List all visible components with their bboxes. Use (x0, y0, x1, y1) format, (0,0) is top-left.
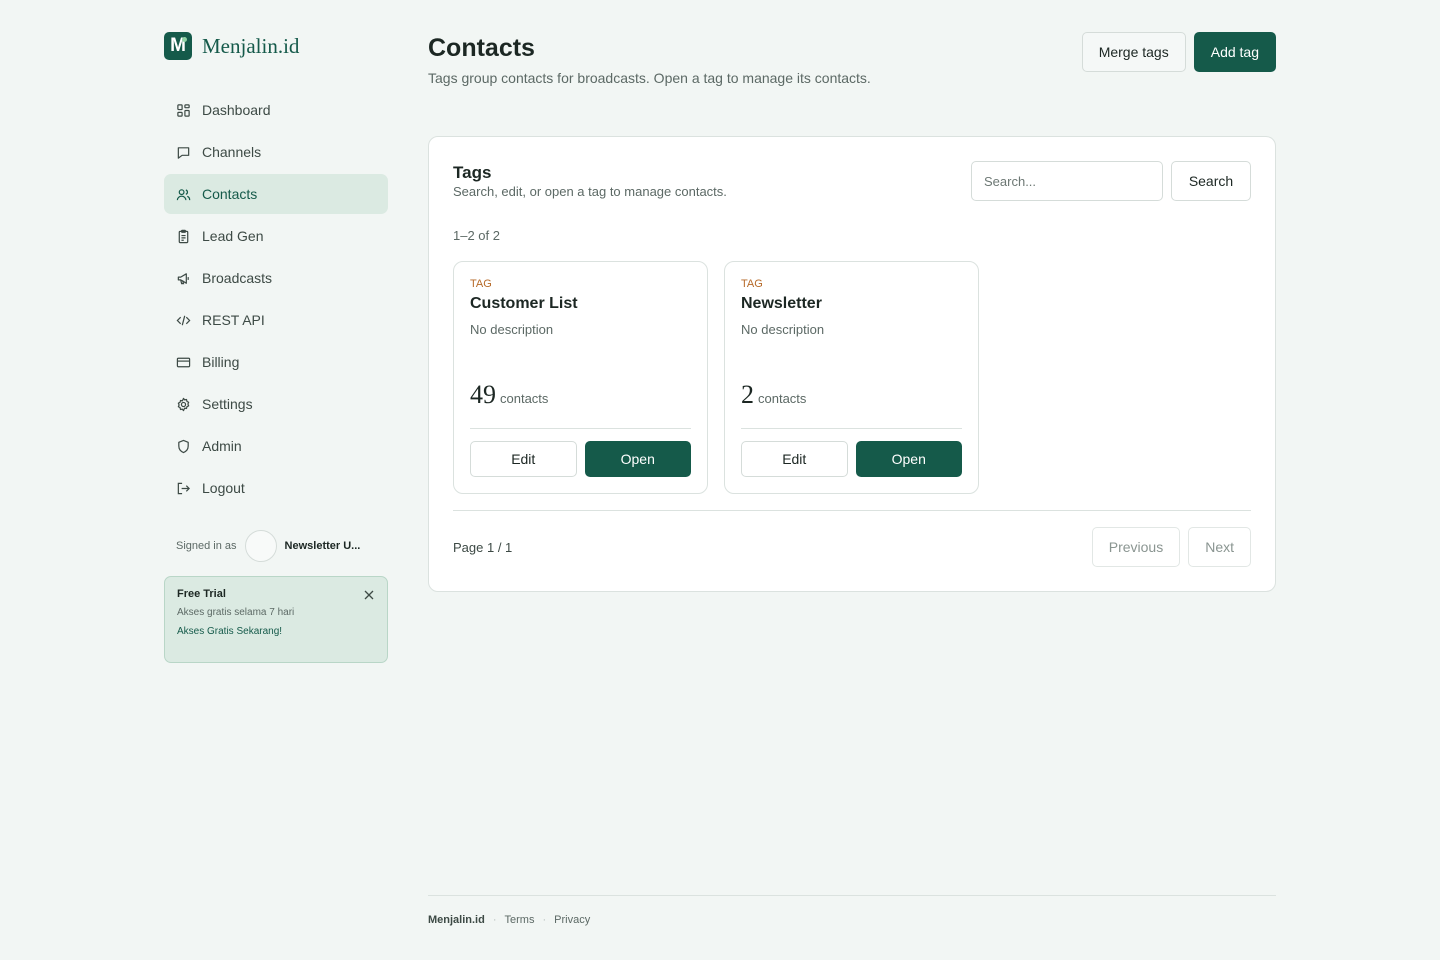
tag-card: TAG Newsletter No description 2 contacts… (724, 261, 979, 494)
footer-privacy-link[interactable]: Privacy (554, 914, 590, 926)
tag-card-actions: Edit Open (741, 441, 962, 477)
sidebar-item-admin[interactable]: Admin (164, 426, 388, 466)
sidebar-item-lead-gen[interactable]: Lead Gen (164, 216, 388, 256)
footer-separator: · (492, 914, 497, 926)
header-actions: Merge tags Add tag (1081, 32, 1276, 72)
signed-in-user-name: Newsletter U... (284, 540, 361, 552)
credit-card-icon (176, 357, 191, 367)
tag-card: TAG Customer List No description 49 cont… (453, 261, 708, 494)
tag-description: No description (470, 322, 554, 337)
card-divider (741, 428, 962, 429)
grid-icon (177, 103, 190, 117)
free-trial-text: Akses gratis selama 7 hari (177, 607, 295, 618)
tag-name: Newsletter (741, 295, 822, 312)
tag-name: Customer List (470, 295, 578, 312)
message-icon (177, 146, 190, 159)
sidebar-item-label: Channels (202, 144, 262, 160)
sidebar-item-label: Admin (202, 438, 242, 454)
signed-in-info: Signed in as Newsletter U... (164, 530, 388, 562)
sidebar-item-label: Lead Gen (202, 228, 264, 244)
sidebar-item-channels[interactable]: Channels (164, 132, 388, 172)
tag-count-label: contacts (758, 391, 807, 406)
tag-description: No description (741, 322, 825, 337)
main-content: Contacts Tags group contacts for broadca… (428, 32, 1276, 592)
footer-terms-link[interactable]: Terms (505, 914, 535, 926)
search-input[interactable] (971, 161, 1163, 201)
tag-contact-count: 49 contacts (470, 380, 548, 410)
gear-icon (177, 397, 190, 411)
sidebar-item-label: REST API (202, 312, 265, 328)
sidebar-item-rest-api[interactable]: REST API (164, 300, 388, 340)
footer: Menjalin.id · Terms · Privacy (428, 895, 1276, 926)
sidebar: M Menjalin.id Dashboard Channels Contact… (164, 32, 388, 663)
sidebar-item-logout[interactable]: Logout (164, 468, 388, 508)
free-trial-banner: Free Trial Akses gratis selama 7 hari Ak… (164, 576, 388, 663)
edit-tag-button[interactable]: Edit (470, 441, 577, 477)
free-trial-link[interactable]: Akses Gratis Sekarang! (177, 626, 282, 637)
footer-separator: · (542, 914, 547, 926)
tags-panel: Tags Search, edit, or open a tag to mana… (428, 136, 1276, 592)
tag-kicker: TAG (470, 278, 492, 290)
page-subtitle: Tags group contacts for broadcasts. Open… (428, 70, 871, 86)
tag-count-number: 2 (741, 380, 754, 409)
add-tag-button[interactable]: Add tag (1193, 32, 1276, 72)
megaphone-icon (177, 272, 189, 284)
close-icon[interactable] (363, 589, 375, 601)
previous-page-button[interactable]: Previous (1091, 527, 1181, 567)
sidebar-item-settings[interactable]: Settings (164, 384, 388, 424)
clipboard-icon (178, 229, 189, 243)
sidebar-nav: Dashboard Channels Contacts Lead Gen Bro… (164, 90, 388, 508)
open-tag-button[interactable]: Open (584, 441, 691, 477)
pagination: Previous Next (1091, 527, 1251, 567)
merge-tags-button[interactable]: Merge tags (1081, 32, 1186, 72)
panel-divider (453, 510, 1251, 511)
page-info: Page 1 / 1 (453, 540, 513, 555)
tag-card-actions: Edit Open (470, 441, 691, 477)
avatar[interactable] (244, 530, 277, 562)
brand-logo-dot (182, 37, 187, 42)
panel-title: Tags (453, 163, 492, 182)
sidebar-item-contacts[interactable]: Contacts (164, 174, 388, 214)
sidebar-item-billing[interactable]: Billing (164, 342, 388, 382)
sidebar-item-label: Broadcasts (202, 270, 273, 286)
users-icon (176, 188, 191, 200)
tag-kicker: TAG (741, 278, 763, 290)
sidebar-item-label: Billing (202, 354, 240, 370)
open-tag-button[interactable]: Open (855, 441, 962, 477)
sidebar-item-label: Dashboard (202, 102, 271, 118)
tag-count-label: contacts (500, 391, 549, 406)
free-trial-title: Free Trial (177, 588, 226, 600)
result-range: 1–2 of 2 (453, 228, 500, 243)
tag-contact-count: 2 contacts (741, 380, 806, 410)
sidebar-item-label: Contacts (202, 186, 258, 202)
next-page-button[interactable]: Next (1188, 527, 1251, 567)
panel-subtitle: Search, edit, or open a tag to manage co… (453, 184, 727, 199)
sidebar-item-broadcasts[interactable]: Broadcasts (164, 258, 388, 298)
footer-brand: Menjalin.id (428, 914, 485, 926)
logout-icon (177, 482, 190, 494)
search-button[interactable]: Search (1171, 161, 1251, 201)
signed-in-label: Signed in as (176, 540, 237, 552)
tag-count-number: 49 (470, 380, 496, 409)
card-divider (470, 428, 691, 429)
code-icon (176, 315, 191, 325)
sidebar-item-dashboard[interactable]: Dashboard (164, 90, 388, 130)
brand-logo: M (164, 32, 192, 60)
brand[interactable]: M Menjalin.id (164, 32, 388, 60)
edit-tag-button[interactable]: Edit (741, 441, 848, 477)
sidebar-item-label: Logout (202, 480, 245, 496)
brand-name: Menjalin.id (202, 33, 300, 58)
sidebar-item-label: Settings (202, 396, 253, 412)
shield-icon (178, 439, 189, 453)
